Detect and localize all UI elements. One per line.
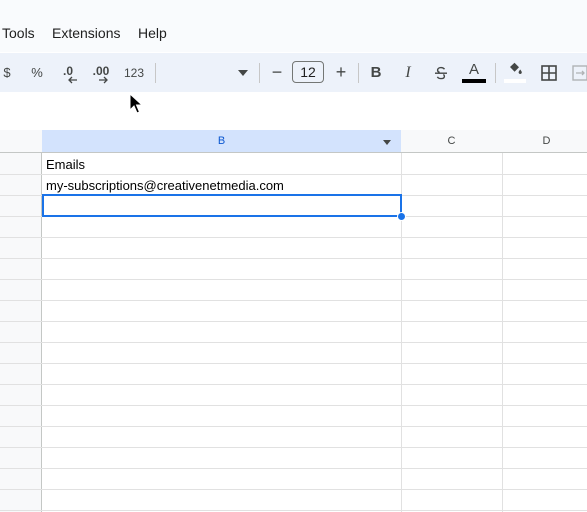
merge-cells-button[interactable] (570, 53, 587, 92)
gridline (0, 405, 587, 406)
gridline (0, 174, 587, 175)
gridline (0, 300, 587, 301)
gridline (0, 489, 587, 490)
menu-extensions[interactable]: Extensions (52, 25, 120, 41)
column-menu-arrow-icon[interactable] (383, 140, 391, 145)
decrease-font-size-button[interactable]: − (266, 53, 288, 92)
fill-handle[interactable] (397, 212, 406, 221)
menu-tools[interactable]: Tools (2, 25, 35, 41)
arrow-left-icon (68, 76, 77, 84)
toolbar-divider (495, 63, 496, 83)
gridline (502, 153, 503, 512)
column-label-b: B (217, 135, 226, 147)
arrow-right-icon (99, 76, 108, 84)
strikethrough-icon (435, 66, 447, 79)
currency-format-button[interactable]: $ (0, 53, 14, 92)
column-header-b[interactable]: B (42, 130, 402, 153)
mouse-pointer-icon (129, 93, 144, 114)
selected-cell-b3[interactable] (42, 194, 402, 217)
increase-font-size-button[interactable]: + (330, 53, 352, 92)
gridline (0, 510, 587, 511)
cell-b1[interactable]: Emails (46, 157, 85, 172)
increase-decimal-button[interactable]: .00 (88, 53, 114, 92)
merge-cells-icon (572, 64, 587, 81)
decrease-decimal-button[interactable]: .0 (56, 53, 80, 92)
text-color-button[interactable]: A (462, 53, 486, 92)
text-color-letter: A (468, 61, 479, 78)
gridline (0, 258, 587, 259)
gridline (0, 384, 587, 385)
gridline (0, 342, 587, 343)
strikethrough-button[interactable] (430, 53, 452, 92)
toolbar-divider (259, 63, 260, 83)
column-header-d[interactable]: D (502, 130, 587, 153)
gridline (0, 447, 587, 448)
toolbar-divider (155, 63, 156, 83)
borders-button[interactable] (538, 53, 560, 92)
gridline (0, 468, 587, 469)
gridline (0, 426, 587, 427)
gridline (0, 363, 587, 364)
cell-b2[interactable]: my-subscriptions@creativenetmedia.com (46, 178, 284, 193)
fill-color-button[interactable] (504, 53, 526, 92)
borders-icon (541, 64, 557, 81)
gridline (0, 237, 587, 238)
italic-button[interactable]: I (398, 53, 418, 92)
percent-format-button[interactable]: % (27, 53, 47, 92)
spreadsheet-grid: B C D Emails my-subscriptions@creativene… (0, 130, 587, 512)
font-family-dropdown[interactable] (160, 53, 250, 92)
fill-color-swatch (504, 79, 526, 83)
text-color-swatch (462, 79, 486, 83)
bold-button[interactable]: B (366, 53, 386, 92)
paint-bucket-icon (510, 62, 522, 74)
select-all-corner[interactable] (0, 130, 43, 153)
number-format-button[interactable]: 123 (122, 53, 146, 92)
menu-help[interactable]: Help (138, 25, 167, 41)
toolbar-divider (358, 63, 359, 83)
column-header-c[interactable]: C (401, 130, 503, 153)
font-size-input[interactable]: 12 (292, 61, 324, 83)
menu-bar: Tools Extensions Help (0, 0, 587, 52)
dropdown-arrow-icon (238, 69, 248, 76)
gridline (0, 321, 587, 322)
gridline (0, 279, 587, 280)
formula-bar-area (0, 92, 587, 130)
